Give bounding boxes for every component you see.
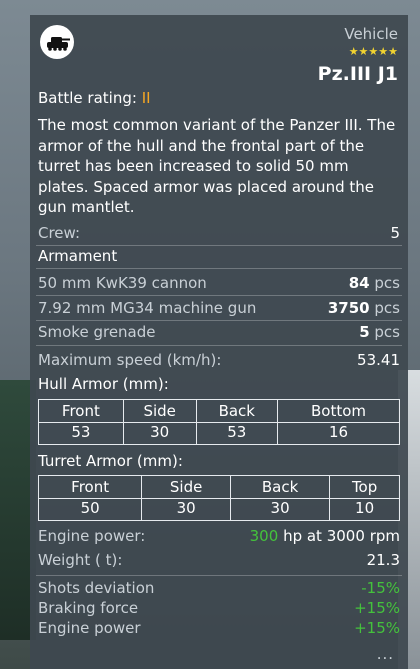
crew-value: 5 bbox=[390, 224, 400, 242]
engine-power-row: Engine power: 300 hp at 3000 rpm bbox=[38, 527, 400, 547]
divider bbox=[36, 320, 402, 321]
weight-value: 21.3 bbox=[366, 551, 400, 569]
armament-name: 7.92 mm MG34 machine gun bbox=[38, 299, 257, 317]
divider bbox=[36, 575, 402, 576]
battle-rating: Battle rating: II bbox=[38, 89, 151, 107]
turret-armor-label: Turret Armor (mm): bbox=[38, 452, 183, 470]
modifier-label: Engine power bbox=[38, 619, 141, 637]
turret-armor-header: Front bbox=[37, 475, 143, 499]
modifier-row: Braking force +15% bbox=[38, 599, 400, 619]
armament-item: 50 mm KwK39 cannon 84 pcs bbox=[38, 274, 400, 294]
vehicle-name: Pz.III J1 bbox=[317, 63, 398, 85]
hull-armor-header: Side bbox=[122, 399, 197, 423]
max-speed-row: Maximum speed (km/h): 53.41 bbox=[38, 351, 400, 371]
modifier-value: +15% bbox=[354, 599, 400, 617]
modifier-value: -15% bbox=[361, 579, 400, 597]
vehicle-description: The most common variant of the Panzer II… bbox=[38, 116, 396, 216]
turret-armor-value: 30 bbox=[141, 498, 231, 521]
tank-icon bbox=[40, 25, 74, 59]
more-ellipsis: ... bbox=[376, 645, 394, 663]
hull-armor-header: Front bbox=[38, 399, 124, 423]
armament-item: Smoke grenade 5 pcs bbox=[38, 323, 400, 343]
divider bbox=[36, 295, 402, 296]
divider bbox=[36, 268, 402, 269]
turret-armor-table: Front Side Back Top 50 30 30 10 bbox=[37, 475, 400, 521]
turret-armor-value: 50 bbox=[37, 498, 143, 521]
crew-label: Crew: bbox=[38, 224, 81, 242]
armament-name: 50 mm KwK39 cannon bbox=[38, 274, 207, 292]
battle-rating-value: II bbox=[141, 89, 151, 107]
turret-armor-header: Side bbox=[141, 475, 231, 499]
hull-armor-value: 16 bbox=[277, 422, 400, 445]
modifier-label: Braking force bbox=[38, 599, 139, 617]
divider bbox=[36, 345, 402, 346]
turret-armor-header: Back bbox=[229, 475, 331, 499]
armament-name: Smoke grenade bbox=[38, 323, 156, 341]
weight-row: Weight ( t): 21.3 bbox=[38, 551, 400, 571]
weight-label: Weight ( t): bbox=[38, 551, 123, 569]
engine-power-value: 300 hp at 3000 rpm bbox=[249, 527, 400, 545]
max-speed-label: Maximum speed (km/h): bbox=[38, 351, 222, 369]
battle-rating-label: Battle rating: bbox=[38, 89, 137, 107]
hull-armor-table: Front Side Back Bottom 53 30 53 16 bbox=[38, 399, 400, 445]
max-speed-value: 53.41 bbox=[357, 351, 400, 369]
turret-armor-value: 30 bbox=[229, 498, 331, 521]
hull-armor-value: 30 bbox=[122, 422, 197, 445]
turret-armor-value: 10 bbox=[329, 498, 400, 521]
modifier-row: Engine power +15% bbox=[38, 619, 400, 639]
hull-armor-header: Back bbox=[195, 399, 279, 423]
crew-row: Crew: 5 bbox=[38, 224, 400, 244]
armament-item: 7.92 mm MG34 machine gun 3750 pcs bbox=[38, 299, 400, 319]
hull-armor-value: 53 bbox=[195, 422, 279, 445]
vehicle-tag: Vehicle bbox=[344, 25, 398, 43]
armament-count: 84 pcs bbox=[348, 274, 400, 292]
modifier-label: Shots deviation bbox=[38, 579, 155, 597]
turret-armor-header: Top bbox=[329, 475, 400, 499]
armament-count: 3750 pcs bbox=[327, 299, 400, 317]
armament-title: Armament bbox=[38, 247, 118, 265]
divider bbox=[36, 245, 402, 246]
modifier-value: +15% bbox=[354, 619, 400, 637]
modifier-row: Shots deviation -15% bbox=[38, 579, 400, 599]
rank-stars: ★★★★★ bbox=[348, 45, 398, 58]
hull-armor-value: 53 bbox=[38, 422, 124, 445]
armament-count: 5 pcs bbox=[359, 323, 400, 341]
vehicle-tooltip-panel: Vehicle ★★★★★ Pz.III J1 Battle rating: I… bbox=[30, 15, 408, 669]
hull-armor-label: Hull Armor (mm): bbox=[38, 375, 169, 393]
engine-power-label: Engine power: bbox=[38, 527, 146, 545]
hull-armor-header: Bottom bbox=[277, 399, 400, 423]
